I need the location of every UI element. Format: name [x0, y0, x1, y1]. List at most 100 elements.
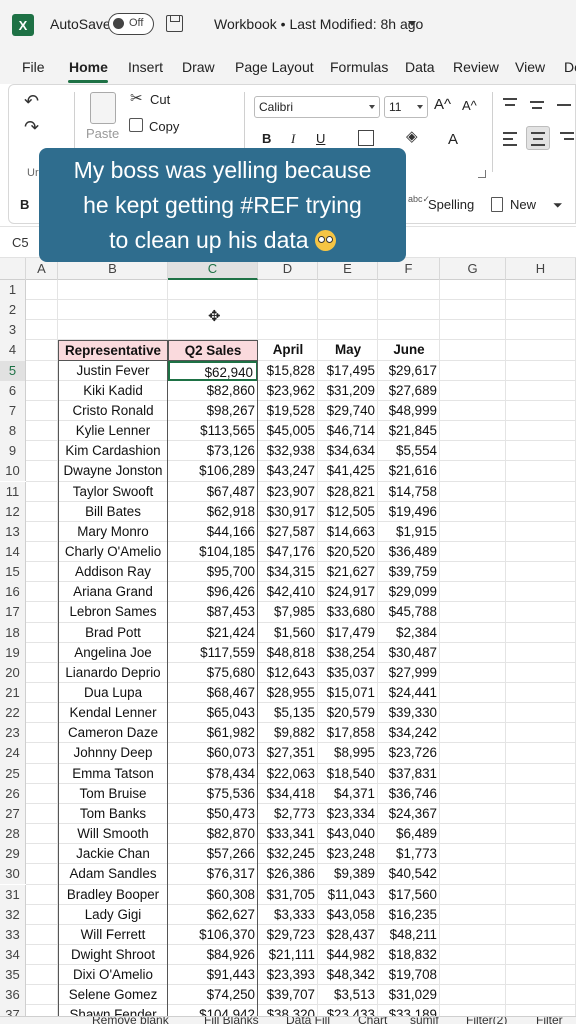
header-q2-sales[interactable]: Q2 Sales	[168, 340, 258, 361]
cell-representative[interactable]: Kiki Kadid	[58, 381, 168, 401]
cell-representative[interactable]: Tom Banks	[58, 804, 168, 824]
align-left-icon[interactable]	[503, 132, 517, 134]
tab-view[interactable]: View	[515, 59, 545, 75]
cell-may[interactable]: $3,513	[318, 985, 378, 1005]
cell-april[interactable]: $3,333	[258, 905, 318, 925]
cell-representative[interactable]: Will Smooth	[58, 824, 168, 844]
row-header[interactable]: 19	[0, 642, 26, 663]
cell-representative[interactable]: Lady Gigi	[58, 905, 168, 925]
cell-april[interactable]: $5,135	[258, 703, 318, 723]
cell-q2-sales[interactable]: $60,073	[168, 743, 258, 763]
cell-representative[interactable]: Bradley Booper	[58, 885, 168, 905]
cell-q2-sales[interactable]: $60,308	[168, 885, 258, 905]
cell-april[interactable]: $22,063	[258, 764, 318, 784]
cell-april[interactable]: $23,907	[258, 482, 318, 502]
cell-q2-sales[interactable]: $96,426	[168, 582, 258, 602]
cell-june[interactable]: $2,384	[378, 623, 440, 643]
borders-icon[interactable]	[358, 130, 374, 146]
cell-representative[interactable]: Emma Tatson	[58, 764, 168, 784]
new-button[interactable]: New	[510, 197, 536, 212]
cell-q2-sales[interactable]: $68,467	[168, 683, 258, 703]
cell-may[interactable]: $44,982	[318, 945, 378, 965]
row-header[interactable]: 10	[0, 461, 26, 482]
cell-may[interactable]: $34,634	[318, 441, 378, 461]
undo-icon[interactable]: ↶	[24, 92, 39, 110]
spelling-button[interactable]: Spelling	[428, 197, 474, 212]
row-header[interactable]: 8	[0, 421, 26, 442]
column-header-h[interactable]: H	[506, 258, 576, 280]
cell-representative[interactable]: Tom Bruise	[58, 784, 168, 804]
cell-june[interactable]: $21,845	[378, 421, 440, 441]
cell-april[interactable]: $47,176	[258, 542, 318, 562]
row-header[interactable]: 23	[0, 723, 26, 744]
cell-representative[interactable]: Ariana Grand	[58, 582, 168, 602]
row-header[interactable]: 1	[0, 280, 26, 301]
chevron-down-icon[interactable]	[408, 21, 416, 26]
cell-may[interactable]: $23,334	[318, 804, 378, 824]
spelling-icon[interactable]: abc✓	[408, 194, 430, 205]
cell-q2-sales[interactable]: $73,126	[168, 441, 258, 461]
cell-april[interactable]: $43,247	[258, 461, 318, 481]
cell-june[interactable]: $17,560	[378, 885, 440, 905]
cell-q2-sales[interactable]: $106,289	[168, 461, 258, 481]
tab-home[interactable]: Home	[69, 59, 108, 75]
cell-representative[interactable]: Taylor Swooft	[58, 482, 168, 502]
cell-q2-sales[interactable]: $62,918	[168, 502, 258, 522]
cell-q2-sales[interactable]: $84,926	[168, 945, 258, 965]
cell-june[interactable]: $27,999	[378, 663, 440, 683]
tab-draw[interactable]: Draw	[182, 59, 215, 75]
cell-may[interactable]: $18,540	[318, 764, 378, 784]
font-color-button[interactable]: A	[448, 131, 458, 148]
cell-may[interactable]: $31,209	[318, 381, 378, 401]
cell-april[interactable]: $27,587	[258, 522, 318, 542]
paste-icon[interactable]	[90, 92, 116, 124]
cell-june[interactable]: $21,616	[378, 461, 440, 481]
sheet-tab[interactable]: Remove blank	[92, 1017, 169, 1024]
cell-may[interactable]: $35,037	[318, 663, 378, 683]
align-top-icon[interactable]	[503, 98, 517, 100]
cell-q2-sales[interactable]: $75,680	[168, 663, 258, 683]
row-header[interactable]: 7	[0, 400, 26, 422]
cell-june[interactable]: $36,489	[378, 542, 440, 562]
tab-data[interactable]: Data	[405, 59, 435, 75]
cell-april[interactable]: $45,005	[258, 421, 318, 441]
cell-q2-sales[interactable]: $67,487	[168, 482, 258, 502]
cell-april[interactable]: $7,985	[258, 602, 318, 622]
copy-button[interactable]: Copy	[149, 119, 179, 134]
cell-june[interactable]: $27,689	[378, 381, 440, 401]
row-header[interactable]: 15	[0, 562, 26, 583]
cell-june[interactable]: $31,029	[378, 985, 440, 1005]
cell-may[interactable]: $17,858	[318, 723, 378, 743]
row-header[interactable]: 14	[0, 541, 26, 563]
cell-q2-sales[interactable]: $113,565	[168, 421, 258, 441]
cell-representative[interactable]: Bill Bates	[58, 502, 168, 522]
cell-april[interactable]: $28,955	[258, 683, 318, 703]
row-header[interactable]: 28	[0, 824, 26, 845]
cell-q2-sales[interactable]: $82,870	[168, 824, 258, 844]
cell-representative[interactable]: Cameron Daze	[58, 723, 168, 743]
cell-april[interactable]: $32,245	[258, 844, 318, 864]
row-header[interactable]: 25	[0, 763, 26, 784]
cell-may[interactable]: $14,663	[318, 522, 378, 542]
cell-june[interactable]: $14,758	[378, 482, 440, 502]
cell-q2-sales[interactable]: $21,424	[168, 623, 258, 643]
cell-representative[interactable]: Kim Cardashion	[58, 441, 168, 461]
cell-april[interactable]: $15,828	[258, 361, 318, 381]
cell-may[interactable]: $48,342	[318, 965, 378, 985]
row-header[interactable]: 32	[0, 904, 26, 925]
cell-may[interactable]: $41,425	[318, 461, 378, 481]
spreadsheet-grid[interactable]: ABCDEFGH 1 2 3 4 5 6 7 8 9 10 11 12 13 14 15 16 17 18 19 20…	[0, 258, 576, 1024]
cell-april[interactable]: $19,528	[258, 401, 318, 421]
new-comment-icon[interactable]	[491, 197, 503, 212]
align-middle-icon[interactable]	[530, 101, 544, 103]
grow-font-button[interactable]: A^	[434, 96, 451, 113]
cell-june[interactable]: $34,242	[378, 723, 440, 743]
document-title[interactable]: Workbook • Last Modified: 8h ago	[214, 16, 423, 32]
row-header[interactable]: 26	[0, 783, 26, 804]
cell-q2-sales[interactable]: $78,434	[168, 764, 258, 784]
paste-label[interactable]: Paste	[86, 126, 119, 141]
cell-may[interactable]: $20,520	[318, 542, 378, 562]
cell-representative[interactable]: Charly O'Amelio	[58, 542, 168, 562]
cell-april[interactable]: $23,393	[258, 965, 318, 985]
cell-q2-sales[interactable]: $65,043	[168, 703, 258, 723]
